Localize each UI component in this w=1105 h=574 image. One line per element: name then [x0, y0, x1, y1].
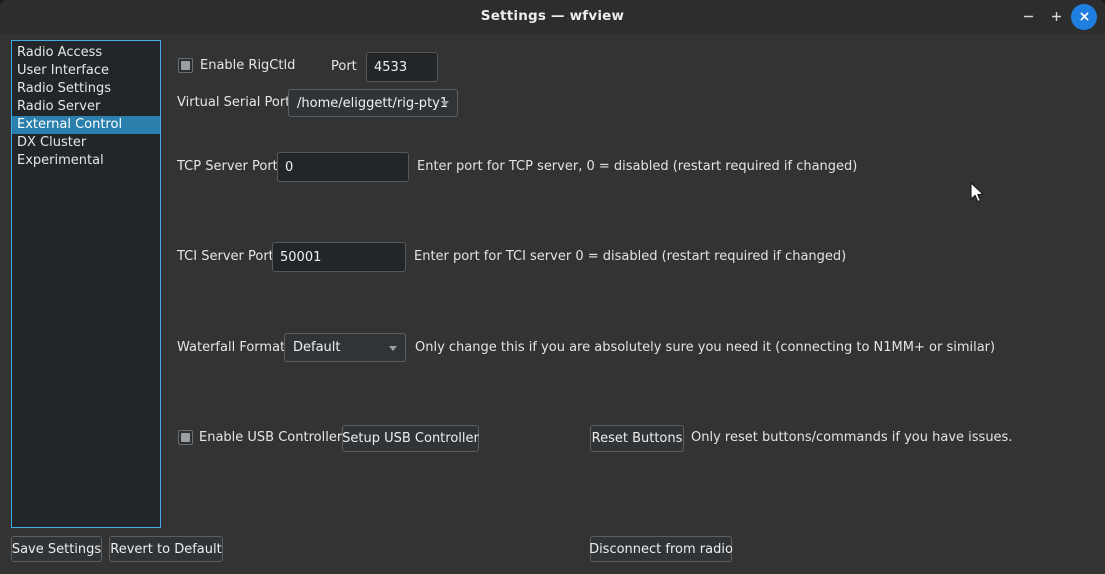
rigctld-port-label: Port	[331, 59, 357, 74]
chevron-down-icon	[389, 345, 397, 351]
setup-usb-controller-button[interactable]: Setup USB Controller	[342, 425, 479, 452]
waterfall-format-value: Default	[293, 340, 341, 355]
tci-server-port-input[interactable]: 50001	[272, 242, 406, 272]
save-settings-button[interactable]: Save Settings	[11, 536, 102, 562]
reset-buttons-hint: Only reset buttons/commands if you have …	[691, 430, 1013, 445]
tci-server-port-label: TCI Server Port	[177, 249, 274, 264]
tci-server-port-hint: Enter port for TCI server 0 = disabled (…	[414, 249, 847, 264]
waterfall-format-hint: Only change this if you are absolutely s…	[415, 340, 996, 355]
tcp-server-port-hint: Enter port for TCP server, 0 = disabled …	[417, 159, 858, 174]
waterfall-format-select[interactable]: Default	[284, 333, 406, 362]
reset-buttons-button[interactable]: Reset Buttons	[590, 425, 684, 452]
chevron-down-icon	[441, 101, 449, 106]
tcp-server-port-label: TCP Server Port	[177, 159, 278, 174]
settings-window: Settings — wfview Radio Access User Inte…	[0, 0, 1105, 574]
enable-rigctld-checkbox[interactable]	[178, 58, 193, 73]
enable-rigctld-label: Enable RigCtld	[200, 58, 296, 73]
enable-usb-controllers-label: Enable USB Controllers	[199, 430, 349, 445]
virtual-serial-port-label: Virtual Serial Port	[177, 95, 291, 110]
virtual-serial-port-value: /home/eliggett/rig-pty1	[297, 95, 449, 111]
virtual-serial-port-select[interactable]: /home/eliggett/rig-pty1	[288, 89, 458, 117]
rigctld-port-input[interactable]: 4533	[366, 52, 438, 82]
revert-to-default-button[interactable]: Revert to Default	[109, 536, 223, 562]
waterfall-format-label: Waterfall Format	[177, 340, 286, 355]
tcp-server-port-input[interactable]: 0	[277, 152, 409, 182]
external-control-panel: Enable RigCtld Port 4533 Virtual Serial …	[0, 0, 1105, 574]
disconnect-from-radio-button[interactable]: Disconnect from radio	[589, 536, 733, 562]
enable-usb-controllers-checkbox[interactable]	[178, 430, 193, 445]
